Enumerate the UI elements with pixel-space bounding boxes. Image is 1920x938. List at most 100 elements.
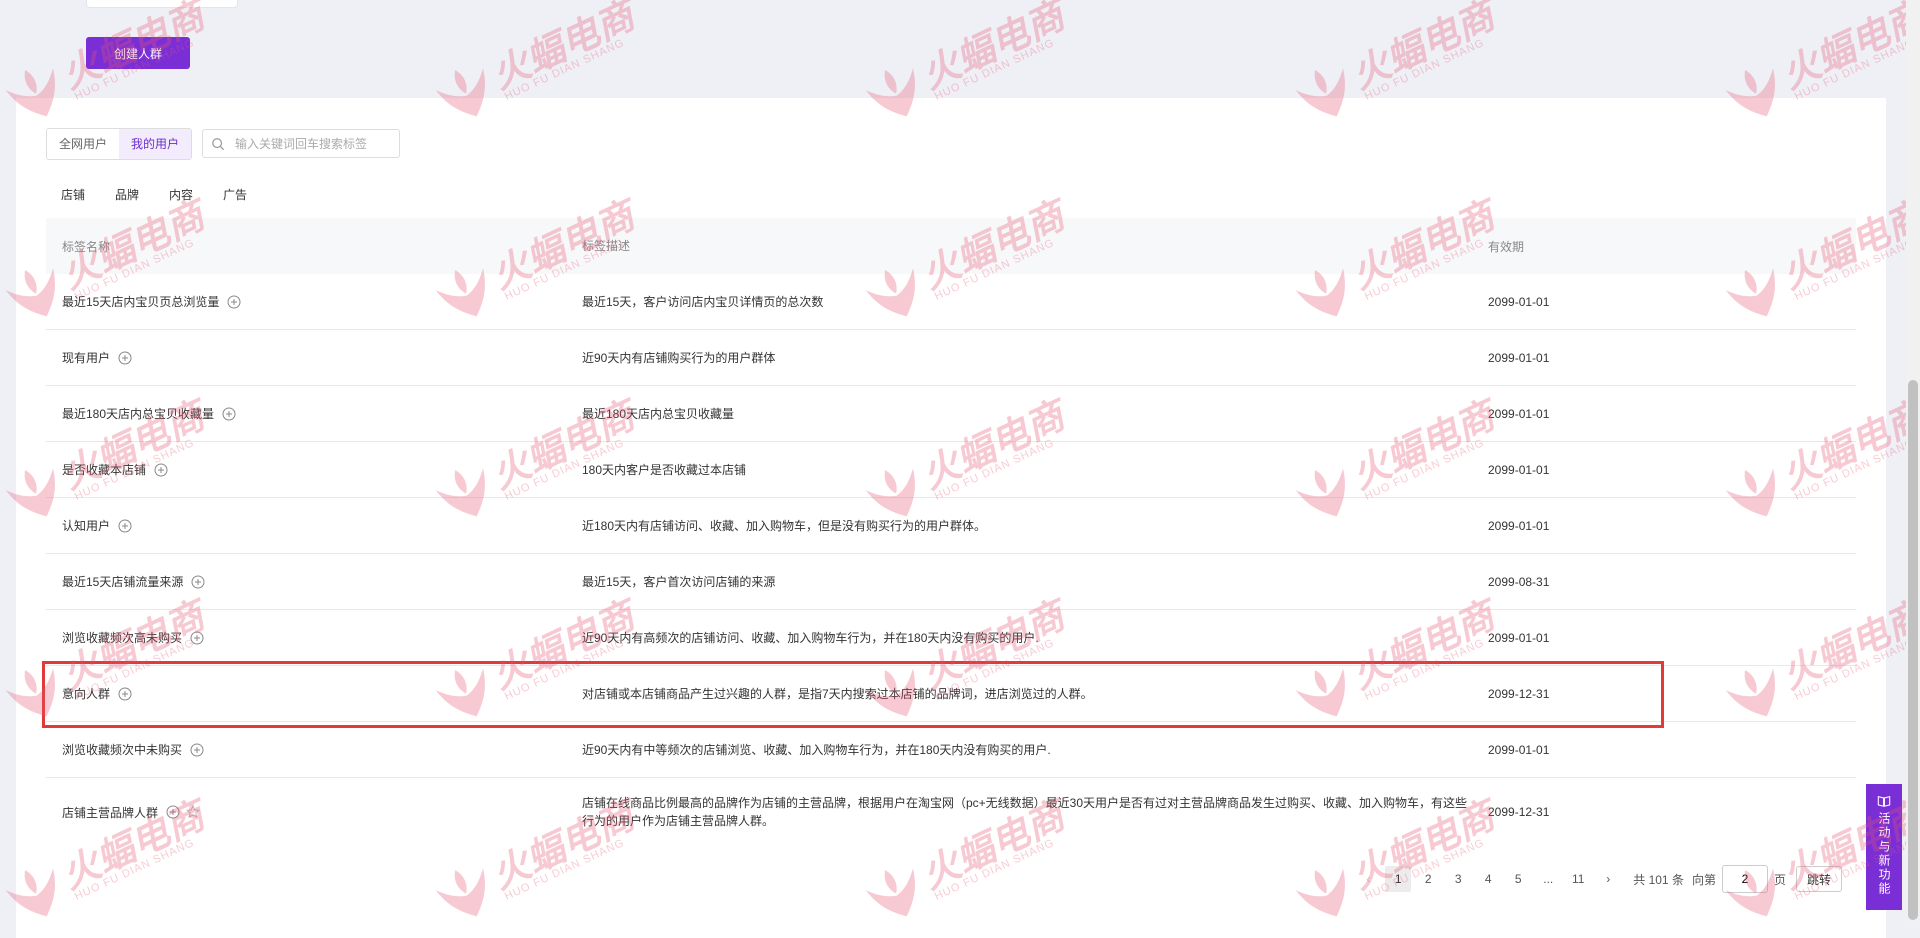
watermark-brand: 火蝠电商: [914, 0, 1071, 98]
add-circle-icon[interactable]: [222, 407, 236, 421]
tag-name: 最近15天店内宝贝页总浏览量: [62, 295, 220, 309]
tab-content[interactable]: 内容: [169, 186, 193, 203]
tag-name-cell: 浏览收藏频次高未购买: [46, 629, 582, 646]
tab-ads[interactable]: 广告: [223, 186, 247, 203]
add-circle-icon[interactable]: [190, 743, 204, 757]
tag-name-cell: 最近180天店内总宝贝收藏量: [46, 405, 582, 422]
page-2[interactable]: 2: [1415, 866, 1441, 892]
table-row: 浏览收藏频次中未购买 近90天内有中等频次的店铺浏览、收藏、加入购物车行为，并在1…: [46, 722, 1856, 778]
tab-brand[interactable]: 品牌: [115, 186, 139, 203]
create-audience-button[interactable]: 创建人群: [86, 37, 190, 69]
table-row: 意向人群 对店铺或本店铺商品产生过兴趣的人群，是指7天内搜索过本店铺的品牌词，进店…: [46, 666, 1856, 722]
search-input[interactable]: [233, 135, 387, 152]
tag-name: 是否收藏本店铺: [62, 463, 147, 477]
tag-desc: 最近15天，客户访问店内宝贝详情页的总次数: [582, 294, 824, 309]
add-circle-icon[interactable]: [118, 519, 132, 533]
table-row: 浏览收藏频次高未购买 近90天内有高频次的店铺访问、收藏、加入购物车行为，并在18…: [46, 610, 1856, 666]
tag-validity: 2099-12-31: [1488, 805, 1550, 819]
tag-name: 意向人群: [62, 687, 111, 701]
watermark-brand: 火蝠电商: [1774, 0, 1906, 98]
tag-validity: 2099-01-01: [1488, 406, 1550, 421]
add-circle-icon[interactable]: [118, 687, 132, 701]
tag-validity: 2099-01-01: [1488, 630, 1550, 645]
tag-validity: 2099-01-01: [1488, 294, 1550, 309]
header-validity: 有效期: [1488, 239, 1525, 254]
watermark-sub: HUO FU DIAN SHANG: [932, 36, 1057, 103]
table-row: 最近15天店内宝贝页总浏览量 最近15天，客户访问店内宝贝详情页的总次数 2099-…: [46, 274, 1856, 330]
tag-validity: 2099-01-01: [1488, 518, 1550, 533]
tag-desc: 近90天内有店铺购买行为的用户群体: [582, 350, 776, 365]
table-header: 标签名称 标签描述 有效期: [46, 218, 1856, 274]
tab-all-users[interactable]: 全网用户: [47, 129, 120, 159]
tag-validity: 2099-01-01: [1488, 742, 1550, 757]
total-count: 共 101 条: [1633, 872, 1684, 887]
tag-validity: 2099-12-31: [1488, 686, 1550, 701]
watermark-sub: HUO FU DIAN SHANG: [502, 36, 627, 103]
prev-page-icon[interactable]: ‹: [1355, 866, 1381, 892]
tag-desc: 店铺在线商品比例最高的品牌作为店铺的主营品牌，根据用户在淘宝网（pc+无线数据）…: [582, 796, 1468, 828]
add-circle-icon[interactable]: [227, 295, 241, 309]
jump-button[interactable]: 跳转: [1795, 866, 1842, 892]
table-body: 最近15天店内宝贝页总浏览量 最近15天，客户访问店内宝贝详情页的总次数 2099-…: [46, 274, 1856, 846]
page-3[interactable]: 3: [1445, 866, 1471, 892]
user-scope-tabs: 全网用户 我的用户: [46, 128, 193, 160]
page-ellipsis[interactable]: ...: [1535, 866, 1561, 892]
top-input-fragment[interactable]: [86, 0, 238, 8]
tag-name: 现有用户: [62, 351, 111, 365]
pagination: ‹ 1 2 3 4 5 ... 11 › 共 101 条 向第 页 跳转: [1353, 865, 1842, 893]
table-row: 店铺主营品牌人群 店铺在线商品比例最高的品牌作为店铺的主营品牌，根据用户在淘宝网（…: [46, 778, 1856, 846]
scrollbar-thumb[interactable]: [1908, 380, 1918, 920]
tag-name: 最近180天店内总宝贝收藏量: [62, 407, 215, 421]
tag-desc: 近90天内有高频次的店铺访问、收藏、加入购物车行为，并在180天内没有购买的用户…: [582, 630, 1039, 645]
table-row: 认知用户 近180天内有店铺访问、收藏、加入购物车，但是没有购买行为的用户群体。 2…: [46, 498, 1856, 554]
tag-name-cell: 意向人群: [46, 685, 582, 702]
add-circle-icon[interactable]: [190, 631, 204, 645]
tab-store[interactable]: 店铺: [61, 186, 85, 203]
goto-suffix: 页: [1773, 872, 1786, 887]
star-icon[interactable]: [186, 805, 201, 819]
tag-name-cell: 最近15天店铺流量来源: [46, 573, 582, 590]
tag-desc: 对店铺或本店铺商品产生过兴趣的人群，是指7天内搜索过本店铺的品牌词，进店浏览过的…: [582, 686, 1093, 701]
table-row: 现有用户 近90天内有店铺购买行为的用户群体 2099-01-01: [46, 330, 1856, 386]
tag-name-cell: 最近15天店内宝贝页总浏览量: [46, 293, 582, 310]
tag-name-cell: 店铺主营品牌人群: [46, 804, 582, 821]
float-label: 活动与新功能: [1877, 812, 1891, 896]
tag-table: 标签名称 标签描述 有效期 最近15天店内宝贝页总浏览量 最近15天，客户访问店内…: [46, 218, 1856, 846]
header-name: 标签名称: [62, 239, 111, 254]
tag-desc: 近90天内有中等频次的店铺浏览、收藏、加入购物车行为，并在180天内没有购买的用…: [582, 742, 1051, 757]
tag-name: 店铺主营品牌人群: [62, 805, 159, 820]
tag-name: 最近15天店铺流量来源: [62, 575, 184, 589]
tag-name: 认知用户: [62, 519, 111, 533]
tag-name: 浏览收藏频次中未购买: [62, 743, 183, 757]
tab-my-users[interactable]: 我的用户: [119, 129, 192, 159]
add-circle-icon[interactable]: [154, 463, 168, 477]
tag-validity: 2099-01-01: [1488, 462, 1550, 477]
tag-name-cell: 现有用户: [46, 349, 582, 366]
tag-desc: 近180天内有店铺访问、收藏、加入购物车，但是没有购买行为的用户群体。: [582, 518, 987, 533]
watermark-sub: HUO FU DIAN SHANG: [1792, 36, 1906, 103]
tag-desc: 最近180天店内总宝贝收藏量: [582, 406, 735, 421]
table-row: 最近15天店铺流量来源 最近15天，客户首次访问店铺的来源 2099-08-31: [46, 554, 1856, 610]
page-11[interactable]: 11: [1565, 866, 1591, 892]
tag-name: 浏览收藏频次高未购买: [62, 631, 183, 645]
new-features-float-button[interactable]: 活动与新功能: [1866, 784, 1902, 910]
tag-name-cell: 浏览收藏频次中未购买: [46, 741, 582, 758]
watermark-sub: HUO FU DIAN SHANG: [1362, 36, 1487, 103]
next-page-icon[interactable]: ›: [1595, 866, 1621, 892]
tag-desc: 最近15天，客户首次访问店铺的来源: [582, 574, 776, 589]
tag-search[interactable]: [202, 129, 400, 158]
watermark-brand: 火蝠电商: [1344, 0, 1501, 98]
add-circle-icon[interactable]: [166, 805, 180, 819]
goto-page-input[interactable]: [1721, 865, 1768, 893]
page-1[interactable]: 1: [1385, 866, 1412, 892]
tag-validity: 2099-08-31: [1488, 574, 1550, 589]
page-4[interactable]: 4: [1475, 866, 1501, 892]
tag-name-cell: 是否收藏本店铺: [46, 461, 582, 478]
add-circle-icon[interactable]: [191, 575, 205, 589]
page-5[interactable]: 5: [1505, 866, 1531, 892]
table-row: 最近180天店内总宝贝收藏量 最近180天店内总宝贝收藏量 2099-01-01: [46, 386, 1856, 442]
tag-desc: 180天内客户是否收藏过本店铺: [582, 462, 747, 477]
table-row: 是否收藏本店铺 180天内客户是否收藏过本店铺 2099-01-01: [46, 442, 1856, 498]
watermark-brand: 火蝠电商: [484, 0, 641, 98]
add-circle-icon[interactable]: [118, 351, 132, 365]
